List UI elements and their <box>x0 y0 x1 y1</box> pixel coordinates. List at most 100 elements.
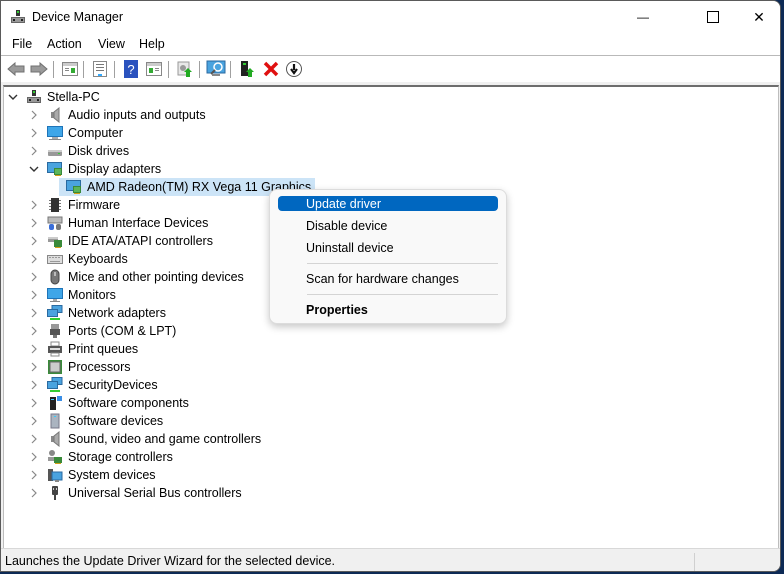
software-device-icon <box>47 413 63 429</box>
tree-item[interactable]: Mice and other pointing devices <box>28 268 244 286</box>
scan-hardware-button[interactable] <box>206 59 226 79</box>
expand-chevron-right-icon[interactable] <box>28 394 40 412</box>
expand-chevron-right-icon[interactable] <box>28 430 40 448</box>
menu-file[interactable]: File <box>12 37 32 51</box>
tree-item[interactable]: Firmware <box>28 196 120 214</box>
expand-chevron-down-icon[interactable] <box>7 88 19 106</box>
expand-chevron-right-icon[interactable] <box>28 196 40 214</box>
expand-chevron-right-icon[interactable] <box>28 448 40 466</box>
tree-item[interactable]: Disk drives <box>28 142 129 160</box>
show-hide-console-tree-button[interactable] <box>60 59 80 79</box>
tree-item-content: Mice and other pointing devices <box>40 268 244 286</box>
expand-chevron-right-icon[interactable] <box>28 304 40 322</box>
uninstall-device-button[interactable] <box>261 59 281 79</box>
back-button[interactable] <box>6 59 26 79</box>
minimize-button[interactable]: — <box>620 1 666 33</box>
add-legacy-hardware-button[interactable] <box>237 59 257 79</box>
forward-icon <box>30 62 48 76</box>
device-manager-icon <box>10 9 26 25</box>
tree-item[interactable]: SecurityDevices <box>28 376 158 394</box>
help-button[interactable]: ? <box>121 59 141 79</box>
expand-chevron-right-icon[interactable] <box>28 466 40 484</box>
tree-item-label: Ports (COM & LPT) <box>68 324 177 338</box>
tree-item-content: Firmware <box>40 196 120 214</box>
tree-item[interactable]: Audio inputs and outputs <box>28 106 206 124</box>
keyboard-icon <box>47 251 63 267</box>
system-device-icon <box>47 467 63 483</box>
update-driver-icon <box>177 61 192 77</box>
expand-chevron-right-icon[interactable] <box>28 412 40 430</box>
status-text: Launches the Update Driver Wizard for th… <box>5 554 336 568</box>
menu-action[interactable]: Action <box>47 37 82 51</box>
tree-item-content: Computer <box>40 124 123 142</box>
show-hide-action-pane-button[interactable] <box>144 59 164 79</box>
expand-chevron-right-icon[interactable] <box>28 358 40 376</box>
tree-item-content: Processors <box>40 358 131 376</box>
close-button[interactable]: ✕ <box>736 1 780 33</box>
expand-chevron-right-icon[interactable] <box>28 106 40 124</box>
tree-item[interactable]: Universal Serial Bus controllers <box>28 484 242 502</box>
expand-chevron-right-icon[interactable] <box>28 214 40 232</box>
toolbar-separator <box>230 61 231 78</box>
tree-item[interactable]: Ports (COM & LPT) <box>28 322 176 340</box>
tree-item-content: SecurityDevices <box>40 376 158 394</box>
expand-chevron-right-icon[interactable] <box>28 286 40 304</box>
tree-item-content: Audio inputs and outputs <box>40 106 206 124</box>
tree-item-label: Mice and other pointing devices <box>68 270 244 284</box>
tree-item-label: Audio inputs and outputs <box>68 108 206 122</box>
tree-item[interactable]: Storage controllers <box>28 448 173 466</box>
forward-button[interactable] <box>29 59 49 79</box>
expand-chevron-right-icon[interactable] <box>28 268 40 286</box>
update-driver-button[interactable] <box>175 59 195 79</box>
tree-item-content: Display adapters <box>40 160 161 178</box>
toolbar-separator <box>53 61 54 78</box>
maximize-button[interactable] <box>690 1 736 33</box>
tree-root-stella-pc[interactable]: Stella-PC <box>7 88 100 106</box>
expand-chevron-right-icon[interactable] <box>28 340 40 358</box>
toolbar-separator <box>199 61 200 78</box>
ide-controller-icon <box>47 233 63 249</box>
context-menu-scan-hardware[interactable]: Scan for hardware changes <box>278 271 498 286</box>
expand-chevron-right-icon[interactable] <box>28 484 40 502</box>
expand-chevron-right-icon[interactable] <box>28 232 40 250</box>
tree-item[interactable]: Display adapters <box>28 160 161 178</box>
mouse-icon <box>47 269 63 285</box>
properties-icon <box>93 61 107 77</box>
expand-chevron-right-icon[interactable] <box>28 142 40 160</box>
tree-item[interactable]: Keyboards <box>28 250 128 268</box>
tree-item-content: Monitors <box>40 286 116 304</box>
tree-item-label: Computer <box>68 126 123 140</box>
tree-item[interactable]: Software components <box>28 394 189 412</box>
menu-view[interactable]: View <box>98 37 125 51</box>
tree-item[interactable]: Network adapters <box>28 304 166 322</box>
context-menu-update-driver[interactable]: Update driver <box>278 196 498 211</box>
context-menu-disable-device[interactable]: Disable device <box>278 218 498 233</box>
tree-item[interactable]: Computer <box>28 124 123 142</box>
tree-item[interactable]: Monitors <box>28 286 116 304</box>
expand-chevron-right-icon[interactable] <box>28 376 40 394</box>
properties-button[interactable] <box>90 59 110 79</box>
tree-item[interactable]: IDE ATA/ATAPI controllers <box>28 232 213 250</box>
network-adapter-icon <box>47 305 63 321</box>
add-legacy-hardware-icon <box>241 61 254 77</box>
tree-item[interactable]: Processors <box>28 358 131 376</box>
help-icon: ? <box>124 60 138 78</box>
context-menu-properties[interactable]: Properties <box>278 302 498 317</box>
maximize-icon <box>707 11 719 23</box>
tree-item[interactable]: System devices <box>28 466 156 484</box>
expand-chevron-right-icon[interactable] <box>28 250 40 268</box>
tree-item[interactable]: Software devices <box>28 412 163 430</box>
expand-chevron-right-icon[interactable] <box>28 124 40 142</box>
status-bar: Launches the Update Driver Wizard for th… <box>1 548 780 571</box>
context-menu-uninstall-device[interactable]: Uninstall device <box>278 240 498 255</box>
display-adapter-icon <box>47 161 63 177</box>
tree-item[interactable]: Sound, video and game controllers <box>28 430 261 448</box>
tree-item-content: Print queues <box>40 340 138 358</box>
tree-item-label: Monitors <box>68 288 116 302</box>
expand-chevron-right-icon[interactable] <box>28 322 40 340</box>
disable-device-button[interactable] <box>284 59 304 79</box>
tree-item[interactable]: Human Interface Devices <box>28 214 208 232</box>
menu-help[interactable]: Help <box>139 37 165 51</box>
tree-item[interactable]: Print queues <box>28 340 138 358</box>
expand-chevron-down-icon[interactable] <box>28 160 40 178</box>
